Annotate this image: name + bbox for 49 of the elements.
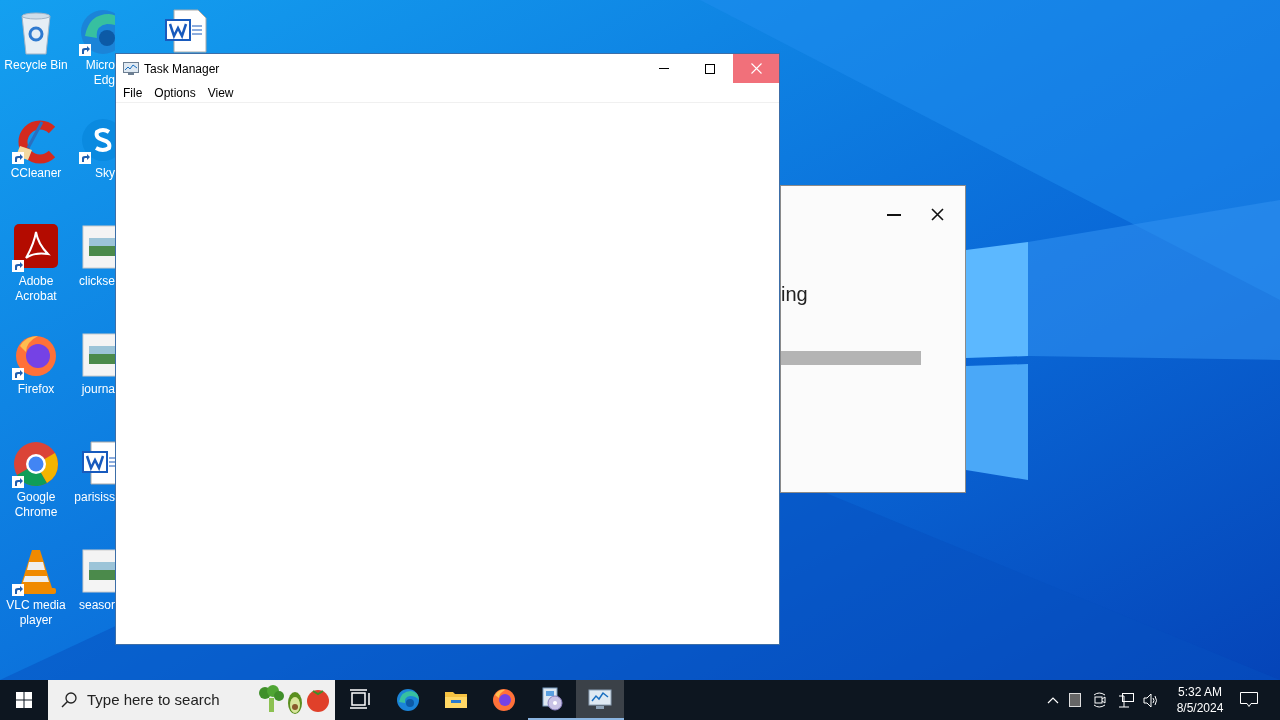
browser-swirl-icon (396, 688, 420, 712)
icon-label: Sky (95, 166, 115, 181)
icon-label: Google Chrome (14, 490, 58, 520)
installer-disc-icon (540, 687, 564, 711)
vegetables-icon (257, 684, 331, 716)
menu-item[interactable]: Options (148, 83, 202, 102)
window-title: Task Manager (144, 60, 220, 78)
browser-circle-icon[interactable] (12, 440, 60, 488)
image-file-icon[interactable] (79, 548, 115, 596)
status-text: ing (781, 282, 808, 306)
icon-label: Firefox (17, 382, 55, 397)
image-file-icon[interactable] (79, 332, 115, 380)
icon-label: CCleaner (10, 166, 62, 181)
menu-item[interactable]: View (201, 83, 240, 102)
search-icon (61, 692, 77, 708)
tablet-icon[interactable] (1069, 693, 1081, 707)
task-view-icon (348, 688, 372, 712)
close-icon (750, 63, 762, 74)
image-file-icon[interactable] (79, 224, 115, 272)
camera-icon[interactable] (1093, 692, 1107, 708)
speaker-icon[interactable] (1143, 692, 1160, 708)
menu-item[interactable]: File (117, 83, 149, 102)
minimize-icon (659, 68, 669, 69)
icon-label: clickse (79, 274, 115, 289)
icon-label: Recycle Bin (4, 58, 68, 73)
clock-date: 8/5/2024 (1176, 700, 1224, 716)
icon-label: VLC media player (6, 598, 66, 628)
search-box[interactable]: Type here to search (48, 680, 335, 720)
maximize-icon (705, 63, 715, 74)
icon-label: journa (81, 382, 115, 397)
network-icon[interactable] (1118, 692, 1134, 708)
icon-label: seasor (78, 598, 115, 613)
pdf-document-icon[interactable] (12, 224, 60, 272)
icon-label: Micro Edg (85, 58, 115, 88)
monitor-chart-icon (588, 687, 612, 711)
icon-label: parisiss (74, 490, 115, 505)
monitor-chart-icon (123, 61, 139, 76)
word-document-icon[interactable] (162, 8, 210, 56)
search-field[interactable]: Type here to search (87, 688, 247, 712)
fox-globe-icon (492, 688, 516, 712)
windows-logo-icon (16, 692, 32, 708)
browser-swirl-icon[interactable] (79, 8, 115, 56)
close-icon[interactable] (931, 208, 944, 221)
icon-label: Adobe Acrobat (15, 274, 57, 304)
taskbar-button[interactable] (576, 680, 624, 720)
chevron-up-icon[interactable] (1047, 696, 1059, 704)
clock-time: 5:32 AM (1178, 684, 1222, 700)
chat-letter-icon[interactable] (79, 116, 115, 164)
notification-icon[interactable] (1240, 692, 1258, 708)
